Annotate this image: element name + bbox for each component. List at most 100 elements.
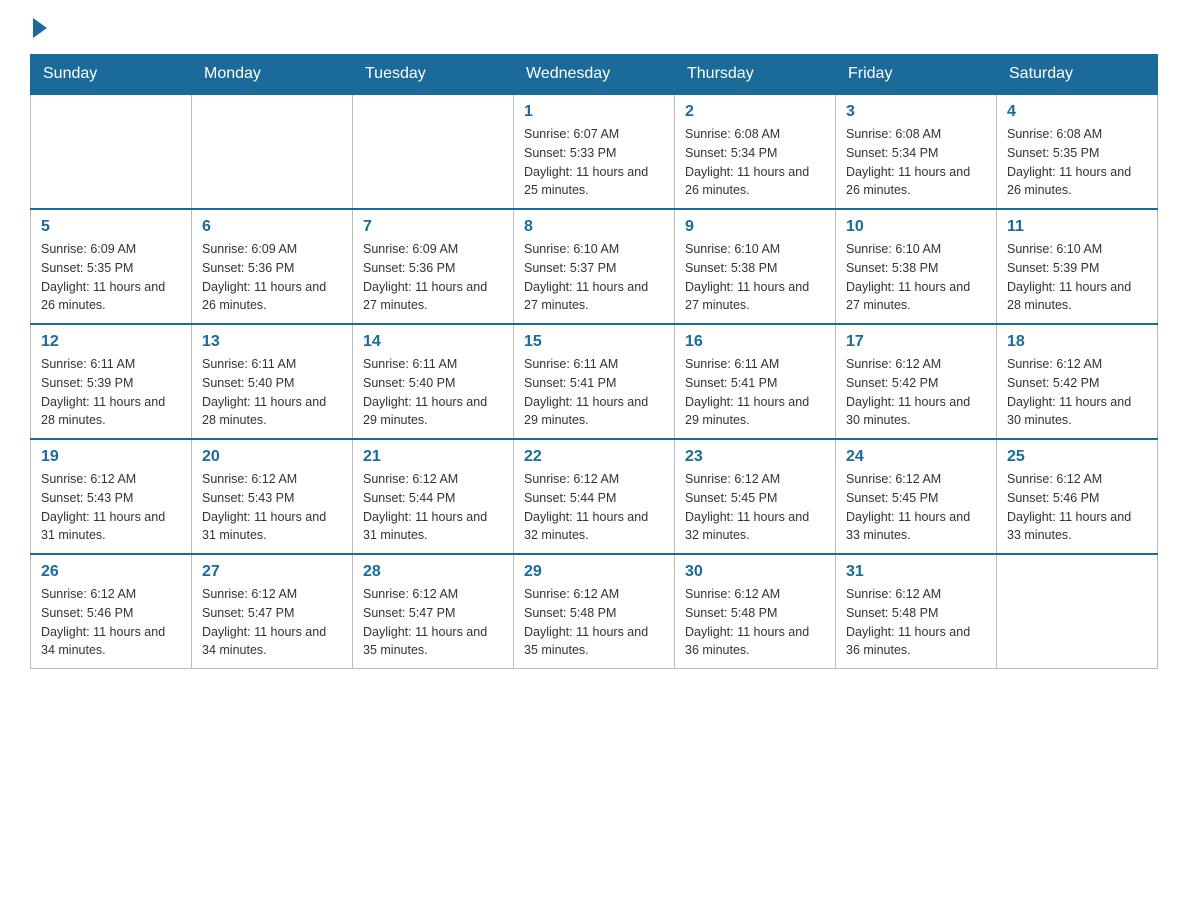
weekday-header-friday: Friday xyxy=(836,55,997,95)
day-number: 17 xyxy=(846,333,986,351)
calendar-cell xyxy=(31,94,192,209)
day-info: Sunrise: 6:12 AMSunset: 5:46 PMDaylight:… xyxy=(41,585,181,660)
day-number: 10 xyxy=(846,218,986,236)
weekday-header-saturday: Saturday xyxy=(997,55,1158,95)
day-number: 28 xyxy=(363,563,503,581)
calendar-cell: 18Sunrise: 6:12 AMSunset: 5:42 PMDayligh… xyxy=(997,324,1158,439)
day-number: 13 xyxy=(202,333,342,351)
calendar-cell: 11 Sunrise: 6:10 AMSunset: 5:39 PMDayligh… xyxy=(997,209,1158,324)
calendar-cell: 21 Sunrise: 6:12 AMSunset: 5:44 PMDayligh… xyxy=(353,439,514,554)
day-number: 20 xyxy=(202,448,342,466)
calendar-week-row: 1 Sunrise: 6:07 AMSunset: 5:33 PMDaylight… xyxy=(31,94,1158,209)
day-info: Sunrise: 6:10 AMSunset: 5:39 PMDaylight:… xyxy=(1007,240,1147,315)
day-number: 27 xyxy=(202,563,342,581)
day-info: Sunrise: 6:12 AMSunset: 5:48 PMDaylight:… xyxy=(846,585,986,660)
day-number: 15 xyxy=(524,333,664,351)
calendar-cell: 30 Sunrise: 6:12 AMSunset: 5:48 PMDayligh… xyxy=(675,554,836,669)
day-info: Sunrise: 6:12 AMSunset: 5:47 PMDaylight:… xyxy=(363,585,503,660)
day-number: 6 xyxy=(202,218,342,236)
calendar-cell: 16 Sunrise: 6:11 AMSunset: 5:41 PMDayligh… xyxy=(675,324,836,439)
day-number: 31 xyxy=(846,563,986,581)
day-info: Sunrise: 6:12 AMSunset: 5:48 PMDaylight:… xyxy=(685,585,825,660)
day-info: Sunrise: 6:09 AMSunset: 5:35 PMDaylight:… xyxy=(41,240,181,315)
calendar-cell: 14Sunrise: 6:11 AMSunset: 5:40 PMDayligh… xyxy=(353,324,514,439)
day-number: 16 xyxy=(685,333,825,351)
day-info: Sunrise: 6:12 AMSunset: 5:45 PMDaylight:… xyxy=(846,470,986,545)
day-number: 29 xyxy=(524,563,664,581)
calendar-cell: 28 Sunrise: 6:12 AMSunset: 5:47 PMDayligh… xyxy=(353,554,514,669)
calendar-cell: 29 Sunrise: 6:12 AMSunset: 5:48 PMDayligh… xyxy=(514,554,675,669)
day-info: Sunrise: 6:12 AMSunset: 5:43 PMDaylight:… xyxy=(202,470,342,545)
day-info: Sunrise: 6:10 AMSunset: 5:38 PMDaylight:… xyxy=(685,240,825,315)
calendar-cell xyxy=(997,554,1158,669)
calendar-cell: 8 Sunrise: 6:10 AMSunset: 5:37 PMDaylight… xyxy=(514,209,675,324)
calendar-cell: 15Sunrise: 6:11 AMSunset: 5:41 PMDayligh… xyxy=(514,324,675,439)
calendar-cell: 7Sunrise: 6:09 AMSunset: 5:36 PMDaylight… xyxy=(353,209,514,324)
calendar-cell: 3Sunrise: 6:08 AMSunset: 5:34 PMDaylight… xyxy=(836,94,997,209)
page-header xyxy=(30,20,1158,34)
day-number: 21 xyxy=(363,448,503,466)
day-number: 22 xyxy=(524,448,664,466)
day-info: Sunrise: 6:09 AMSunset: 5:36 PMDaylight:… xyxy=(363,240,503,315)
calendar-cell: 4 Sunrise: 6:08 AMSunset: 5:35 PMDaylight… xyxy=(997,94,1158,209)
day-number: 30 xyxy=(685,563,825,581)
calendar-cell xyxy=(192,94,353,209)
calendar-cell: 5Sunrise: 6:09 AMSunset: 5:35 PMDaylight… xyxy=(31,209,192,324)
calendar-cell: 17 Sunrise: 6:12 AMSunset: 5:42 PMDayligh… xyxy=(836,324,997,439)
day-number: 23 xyxy=(685,448,825,466)
day-number: 24 xyxy=(846,448,986,466)
day-info: Sunrise: 6:12 AMSunset: 5:43 PMDaylight:… xyxy=(41,470,181,545)
calendar-cell: 19 Sunrise: 6:12 AMSunset: 5:43 PMDayligh… xyxy=(31,439,192,554)
day-info: Sunrise: 6:12 AMSunset: 5:45 PMDaylight:… xyxy=(685,470,825,545)
logo xyxy=(30,20,47,34)
day-info: Sunrise: 6:11 AMSunset: 5:40 PMDaylight:… xyxy=(363,355,503,430)
day-info: Sunrise: 6:08 AMSunset: 5:34 PMDaylight:… xyxy=(685,125,825,200)
day-info: Sunrise: 6:10 AMSunset: 5:38 PMDaylight:… xyxy=(846,240,986,315)
day-number: 8 xyxy=(524,218,664,236)
calendar-cell: 26 Sunrise: 6:12 AMSunset: 5:46 PMDayligh… xyxy=(31,554,192,669)
logo-arrow-icon xyxy=(33,18,47,38)
day-info: Sunrise: 6:12 AMSunset: 5:47 PMDaylight:… xyxy=(202,585,342,660)
day-number: 19 xyxy=(41,448,181,466)
day-number: 1 xyxy=(524,103,664,121)
weekday-header-sunday: Sunday xyxy=(31,55,192,95)
calendar-table: SundayMondayTuesdayWednesdayThursdayFrid… xyxy=(30,54,1158,669)
calendar-week-row: 26 Sunrise: 6:12 AMSunset: 5:46 PMDayligh… xyxy=(31,554,1158,669)
day-info: Sunrise: 6:12 AMSunset: 5:46 PMDaylight:… xyxy=(1007,470,1147,545)
calendar-cell xyxy=(353,94,514,209)
day-number: 25 xyxy=(1007,448,1147,466)
calendar-week-row: 12Sunrise: 6:11 AMSunset: 5:39 PMDayligh… xyxy=(31,324,1158,439)
day-info: Sunrise: 6:11 AMSunset: 5:41 PMDaylight:… xyxy=(685,355,825,430)
day-info: Sunrise: 6:10 AMSunset: 5:37 PMDaylight:… xyxy=(524,240,664,315)
calendar-cell: 9 Sunrise: 6:10 AMSunset: 5:38 PMDaylight… xyxy=(675,209,836,324)
day-info: Sunrise: 6:12 AMSunset: 5:48 PMDaylight:… xyxy=(524,585,664,660)
weekday-header-wednesday: Wednesday xyxy=(514,55,675,95)
calendar-cell: 10 Sunrise: 6:10 AMSunset: 5:38 PMDayligh… xyxy=(836,209,997,324)
day-number: 4 xyxy=(1007,103,1147,121)
calendar-cell: 23 Sunrise: 6:12 AMSunset: 5:45 PMDayligh… xyxy=(675,439,836,554)
calendar-cell: 20 Sunrise: 6:12 AMSunset: 5:43 PMDayligh… xyxy=(192,439,353,554)
weekday-header-monday: Monday xyxy=(192,55,353,95)
calendar-cell: 25 Sunrise: 6:12 AMSunset: 5:46 PMDayligh… xyxy=(997,439,1158,554)
weekday-header-row: SundayMondayTuesdayWednesdayThursdayFrid… xyxy=(31,55,1158,95)
day-number: 26 xyxy=(41,563,181,581)
calendar-cell: 12Sunrise: 6:11 AMSunset: 5:39 PMDayligh… xyxy=(31,324,192,439)
calendar-cell: 22Sunrise: 6:12 AMSunset: 5:44 PMDayligh… xyxy=(514,439,675,554)
day-number: 2 xyxy=(685,103,825,121)
day-info: Sunrise: 6:12 AMSunset: 5:44 PMDaylight:… xyxy=(363,470,503,545)
day-info: Sunrise: 6:11 AMSunset: 5:40 PMDaylight:… xyxy=(202,355,342,430)
calendar-cell: 24 Sunrise: 6:12 AMSunset: 5:45 PMDayligh… xyxy=(836,439,997,554)
day-number: 11 xyxy=(1007,218,1147,236)
weekday-header-thursday: Thursday xyxy=(675,55,836,95)
day-info: Sunrise: 6:11 AMSunset: 5:39 PMDaylight:… xyxy=(41,355,181,430)
calendar-cell: 6 Sunrise: 6:09 AMSunset: 5:36 PMDaylight… xyxy=(192,209,353,324)
day-number: 9 xyxy=(685,218,825,236)
day-info: Sunrise: 6:07 AMSunset: 5:33 PMDaylight:… xyxy=(524,125,664,200)
calendar-cell: 27 Sunrise: 6:12 AMSunset: 5:47 PMDayligh… xyxy=(192,554,353,669)
calendar-cell: 1 Sunrise: 6:07 AMSunset: 5:33 PMDaylight… xyxy=(514,94,675,209)
day-info: Sunrise: 6:08 AMSunset: 5:35 PMDaylight:… xyxy=(1007,125,1147,200)
calendar-cell: 2 Sunrise: 6:08 AMSunset: 5:34 PMDaylight… xyxy=(675,94,836,209)
day-info: Sunrise: 6:09 AMSunset: 5:36 PMDaylight:… xyxy=(202,240,342,315)
day-info: Sunrise: 6:12 AMSunset: 5:42 PMDaylight:… xyxy=(1007,355,1147,430)
day-info: Sunrise: 6:12 AMSunset: 5:42 PMDaylight:… xyxy=(846,355,986,430)
